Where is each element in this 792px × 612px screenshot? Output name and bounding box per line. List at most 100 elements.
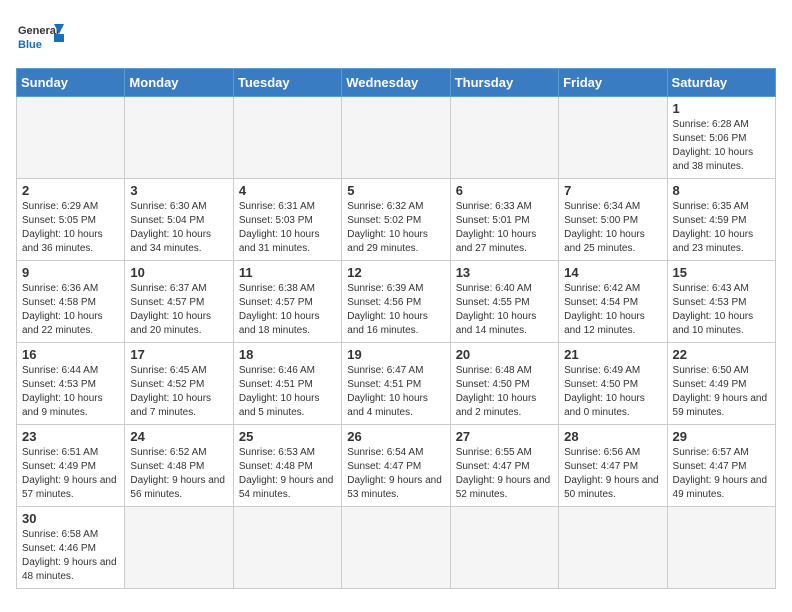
day-header-thursday: Thursday [450, 69, 558, 97]
day-info: Sunrise: 6:57 AM Sunset: 4:47 PM Dayligh… [673, 446, 770, 502]
calendar-cell [342, 97, 450, 179]
day-info: Sunrise: 6:49 AM Sunset: 4:50 PM Dayligh… [564, 364, 661, 420]
logo-svg: General Blue [16, 16, 64, 56]
day-info: Sunrise: 6:32 AM Sunset: 5:02 PM Dayligh… [347, 200, 444, 256]
day-number: 1 [673, 101, 770, 116]
calendar-cell: 29 Sunrise: 6:57 AM Sunset: 4:47 PM Dayli… [667, 425, 775, 507]
day-info: Sunrise: 6:44 AM Sunset: 4:53 PM Dayligh… [22, 364, 119, 420]
svg-text:General: General [18, 25, 59, 37]
day-info: Sunrise: 6:37 AM Sunset: 4:57 PM Dayligh… [130, 282, 227, 338]
calendar-week-row: 2 Sunrise: 6:29 AM Sunset: 5:05 PM Daylig… [17, 179, 776, 261]
day-info: Sunrise: 6:58 AM Sunset: 4:46 PM Dayligh… [22, 528, 119, 584]
calendar-week-row: 9 Sunrise: 6:36 AM Sunset: 4:58 PM Daylig… [17, 261, 776, 343]
calendar-cell [125, 97, 233, 179]
calendar-cell: 23 Sunrise: 6:51 AM Sunset: 4:49 PM Dayli… [17, 425, 125, 507]
day-info: Sunrise: 6:36 AM Sunset: 4:58 PM Dayligh… [22, 282, 119, 338]
day-info: Sunrise: 6:29 AM Sunset: 5:05 PM Dayligh… [22, 200, 119, 256]
calendar-cell: 7 Sunrise: 6:34 AM Sunset: 5:00 PM Daylig… [559, 179, 667, 261]
day-number: 28 [564, 429, 661, 444]
day-number: 23 [22, 429, 119, 444]
day-info: Sunrise: 6:39 AM Sunset: 4:56 PM Dayligh… [347, 282, 444, 338]
day-info: Sunrise: 6:48 AM Sunset: 4:50 PM Dayligh… [456, 364, 553, 420]
day-info: Sunrise: 6:35 AM Sunset: 4:59 PM Dayligh… [673, 200, 770, 256]
day-number: 9 [22, 265, 119, 280]
calendar-week-row: 23 Sunrise: 6:51 AM Sunset: 4:49 PM Dayli… [17, 425, 776, 507]
day-number: 14 [564, 265, 661, 280]
calendar-cell: 17 Sunrise: 6:45 AM Sunset: 4:52 PM Dayli… [125, 343, 233, 425]
calendar-week-row: 16 Sunrise: 6:44 AM Sunset: 4:53 PM Dayli… [17, 343, 776, 425]
calendar-cell [233, 507, 341, 589]
calendar-cell: 12Sunrise: 6:39 AM Sunset: 4:56 PM Dayli… [342, 261, 450, 343]
day-info: Sunrise: 6:31 AM Sunset: 5:03 PM Dayligh… [239, 200, 336, 256]
calendar-cell: 21 Sunrise: 6:49 AM Sunset: 4:50 PM Dayli… [559, 343, 667, 425]
day-number: 22 [673, 347, 770, 362]
calendar-cell: 14 Sunrise: 6:42 AM Sunset: 4:54 PM Dayli… [559, 261, 667, 343]
day-number: 17 [130, 347, 227, 362]
day-number: 16 [22, 347, 119, 362]
calendar-cell [450, 507, 558, 589]
calendar-cell: 13Sunrise: 6:40 AM Sunset: 4:55 PM Dayli… [450, 261, 558, 343]
calendar-cell: 8 Sunrise: 6:35 AM Sunset: 4:59 PM Daylig… [667, 179, 775, 261]
day-number: 26 [347, 429, 444, 444]
calendar-cell: 3Sunrise: 6:30 AM Sunset: 5:04 PM Daylig… [125, 179, 233, 261]
day-header-saturday: Saturday [667, 69, 775, 97]
calendar-cell [233, 97, 341, 179]
calendar-cell: 30 Sunrise: 6:58 AM Sunset: 4:46 PM Dayli… [17, 507, 125, 589]
day-info: Sunrise: 6:46 AM Sunset: 4:51 PM Dayligh… [239, 364, 336, 420]
calendar-cell: 10Sunrise: 6:37 AM Sunset: 4:57 PM Dayli… [125, 261, 233, 343]
day-number: 30 [22, 511, 119, 526]
calendar-cell [559, 507, 667, 589]
svg-text:Blue: Blue [18, 39, 42, 51]
day-number: 29 [673, 429, 770, 444]
calendar-cell: 2 Sunrise: 6:29 AM Sunset: 5:05 PM Daylig… [17, 179, 125, 261]
header: General Blue [16, 16, 776, 56]
calendar-cell: 28 Sunrise: 6:56 AM Sunset: 4:47 PM Dayli… [559, 425, 667, 507]
day-number: 24 [130, 429, 227, 444]
calendar-cell: 27 Sunrise: 6:55 AM Sunset: 4:47 PM Dayli… [450, 425, 558, 507]
day-info: Sunrise: 6:55 AM Sunset: 4:47 PM Dayligh… [456, 446, 553, 502]
day-info: Sunrise: 6:47 AM Sunset: 4:51 PM Dayligh… [347, 364, 444, 420]
calendar-header-row: SundayMondayTuesdayWednesdayThursdayFrid… [17, 69, 776, 97]
day-number: 27 [456, 429, 553, 444]
calendar-cell [125, 507, 233, 589]
day-info: Sunrise: 6:54 AM Sunset: 4:47 PM Dayligh… [347, 446, 444, 502]
calendar-cell: 26 Sunrise: 6:54 AM Sunset: 4:47 PM Dayli… [342, 425, 450, 507]
day-header-sunday: Sunday [17, 69, 125, 97]
day-info: Sunrise: 6:38 AM Sunset: 4:57 PM Dayligh… [239, 282, 336, 338]
calendar-cell [667, 507, 775, 589]
calendar-cell: 18 Sunrise: 6:46 AM Sunset: 4:51 PM Dayli… [233, 343, 341, 425]
logo: General Blue [16, 16, 64, 56]
calendar-cell [342, 507, 450, 589]
day-info: Sunrise: 6:51 AM Sunset: 4:49 PM Dayligh… [22, 446, 119, 502]
day-number: 5 [347, 183, 444, 198]
calendar-cell: 4Sunrise: 6:31 AM Sunset: 5:03 PM Daylig… [233, 179, 341, 261]
calendar-cell: 20Sunrise: 6:48 AM Sunset: 4:50 PM Dayli… [450, 343, 558, 425]
day-header-wednesday: Wednesday [342, 69, 450, 97]
calendar-cell: 1Sunrise: 6:28 AM Sunset: 5:06 PM Daylig… [667, 97, 775, 179]
day-info: Sunrise: 6:34 AM Sunset: 5:00 PM Dayligh… [564, 200, 661, 256]
day-number: 7 [564, 183, 661, 198]
day-number: 18 [239, 347, 336, 362]
calendar-cell: 16 Sunrise: 6:44 AM Sunset: 4:53 PM Dayli… [17, 343, 125, 425]
day-number: 19 [347, 347, 444, 362]
day-number: 8 [673, 183, 770, 198]
calendar-cell: 6Sunrise: 6:33 AM Sunset: 5:01 PM Daylig… [450, 179, 558, 261]
calendar-cell: 9 Sunrise: 6:36 AM Sunset: 4:58 PM Daylig… [17, 261, 125, 343]
day-header-friday: Friday [559, 69, 667, 97]
day-number: 21 [564, 347, 661, 362]
day-info: Sunrise: 6:45 AM Sunset: 4:52 PM Dayligh… [130, 364, 227, 420]
day-number: 6 [456, 183, 553, 198]
day-info: Sunrise: 6:42 AM Sunset: 4:54 PM Dayligh… [564, 282, 661, 338]
day-number: 15 [673, 265, 770, 280]
day-number: 2 [22, 183, 119, 198]
calendar-cell: 11Sunrise: 6:38 AM Sunset: 4:57 PM Dayli… [233, 261, 341, 343]
day-info: Sunrise: 6:56 AM Sunset: 4:47 PM Dayligh… [564, 446, 661, 502]
day-info: Sunrise: 6:43 AM Sunset: 4:53 PM Dayligh… [673, 282, 770, 338]
calendar: SundayMondayTuesdayWednesdayThursdayFrid… [16, 68, 776, 589]
day-info: Sunrise: 6:30 AM Sunset: 5:04 PM Dayligh… [130, 200, 227, 256]
day-info: Sunrise: 6:52 AM Sunset: 4:48 PM Dayligh… [130, 446, 227, 502]
calendar-week-row: 30 Sunrise: 6:58 AM Sunset: 4:46 PM Dayli… [17, 507, 776, 589]
day-info: Sunrise: 6:50 AM Sunset: 4:49 PM Dayligh… [673, 364, 770, 420]
calendar-cell [450, 97, 558, 179]
calendar-cell: 22 Sunrise: 6:50 AM Sunset: 4:49 PM Dayli… [667, 343, 775, 425]
